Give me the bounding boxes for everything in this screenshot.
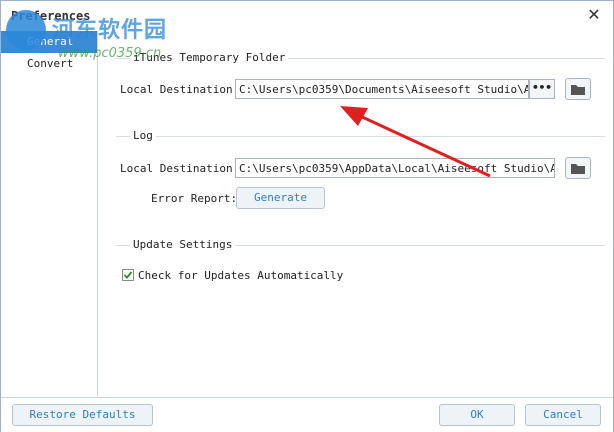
itunes-destination-label: Local Destination: [120,83,240,96]
log-section-header: Log [98,129,605,145]
log-destination-label: Local Destination: [120,162,240,175]
sidebar-item-label: General [27,35,74,48]
ok-button[interactable]: OK [439,404,515,426]
error-report-label: Error Report: [151,192,238,205]
window-title: Preferences [11,9,91,23]
sidebar: General Convert [1,31,98,396]
sidebar-item-convert[interactable]: Convert [1,53,97,75]
checkmark-icon [123,271,133,279]
preferences-dialog: Preferences ✕ General Convert iTunes Tem… [0,0,614,432]
auto-update-label: Check for Updates Automatically [138,269,344,282]
sidebar-item-label: Convert [27,57,74,70]
itunes-open-folder-button[interactable] [565,78,591,100]
sidebar-item-general[interactable]: General [1,31,97,53]
update-section-header: Update Settings [98,238,605,254]
itunes-section-title: iTunes Temporary Folder [130,51,289,64]
update-section-title: Update Settings [130,238,236,251]
cancel-button[interactable]: Cancel [525,404,601,426]
generate-button[interactable]: Generate [236,187,325,209]
folder-icon [571,85,585,95]
itunes-section-header: iTunes Temporary Folder [98,51,605,67]
restore-defaults-button[interactable]: Restore Defaults [12,404,153,426]
itunes-browse-dots-button[interactable]: ••• [529,79,555,99]
auto-update-checkbox[interactable] [122,269,134,281]
folder-icon [571,164,585,174]
title-bar: Preferences ✕ [1,1,613,31]
general-panel: iTunes Temporary Folder Local Destinatio… [98,31,613,396]
divider [116,136,605,137]
log-destination-field[interactable]: C:\Users\pc0359\AppData\Local\Aiseesoft … [235,158,555,178]
itunes-destination-field[interactable]: C:\Users\pc0359\Documents\Aiseesoft Stud… [235,79,529,99]
footer-bar: Restore Defaults OK Cancel [1,397,613,432]
log-open-folder-button[interactable] [565,157,591,179]
close-icon[interactable]: ✕ [585,6,603,24]
log-section-title: Log [130,129,156,142]
